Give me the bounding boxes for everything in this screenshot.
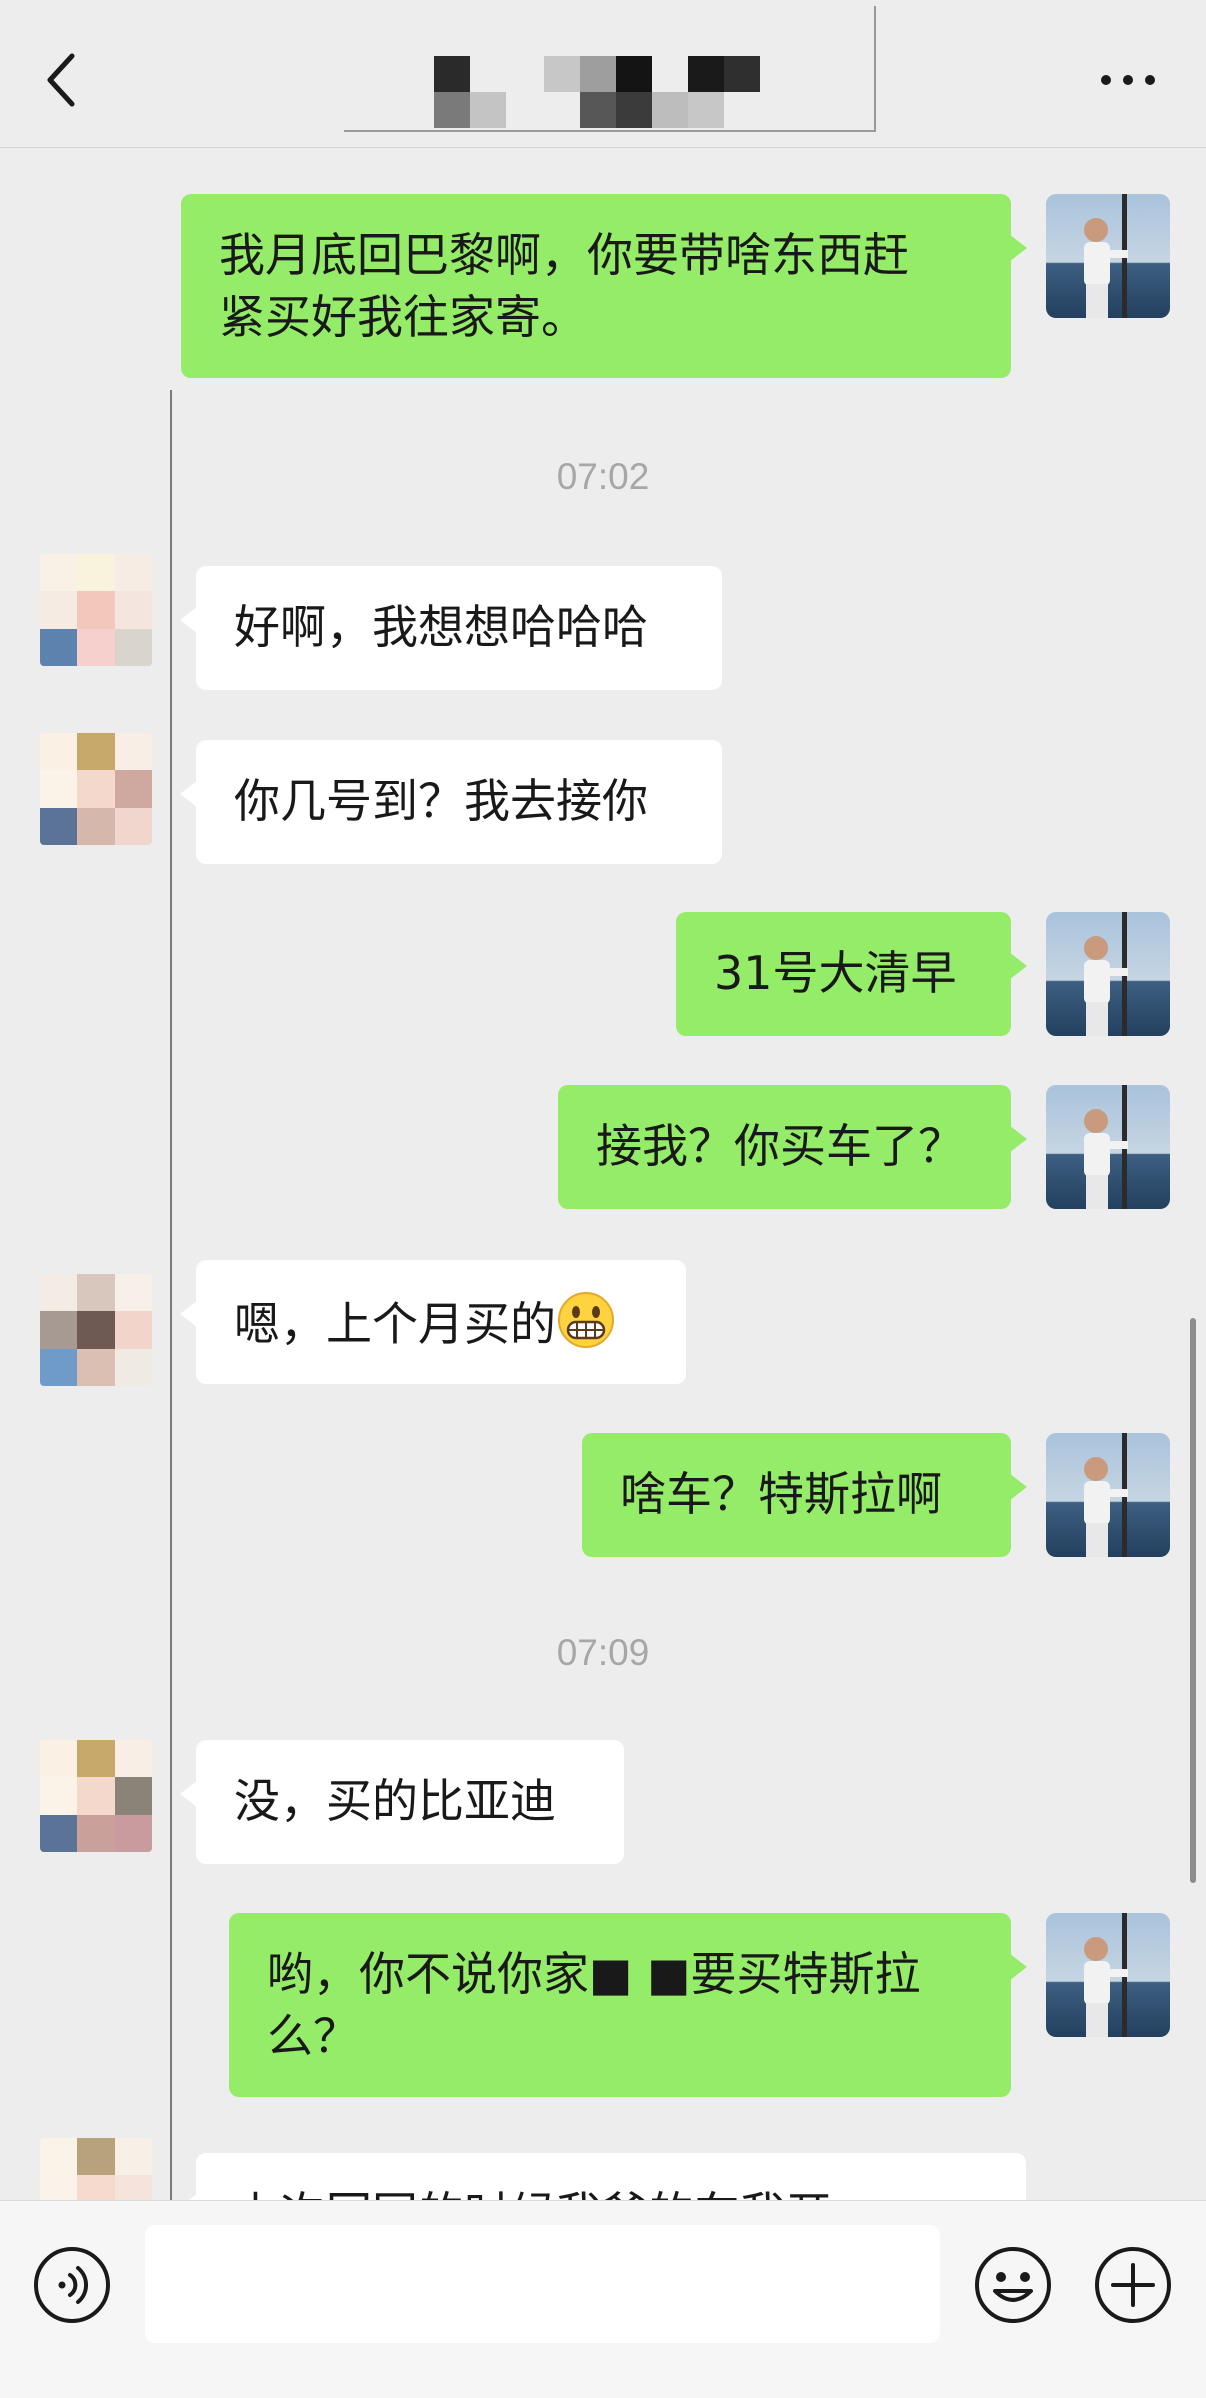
message-list[interactable]: 我月底回巴黎啊，你要带啥东西赶 紧买好我往家寄。 07:02 好啊，我想想哈哈哈… bbox=[0, 148, 1206, 2200]
divider-line bbox=[170, 390, 172, 2200]
my-avatar[interactable] bbox=[1046, 912, 1170, 1036]
grinning-face-emoji bbox=[556, 1290, 616, 1365]
chevron-left-icon bbox=[47, 53, 75, 107]
my-avatar[interactable] bbox=[1046, 194, 1170, 318]
friend-avatar[interactable] bbox=[40, 733, 152, 845]
timestamp: 07:09 bbox=[556, 1632, 650, 1673]
message-text: 嗯，上个月买的 bbox=[234, 1297, 556, 1351]
message-bubble-received[interactable]: 嗯，上个月买的 bbox=[180, 1260, 686, 1384]
message-bubble-sent[interactable]: 我月底回巴黎啊，你要带啥东西赶 紧买好我往家寄。 bbox=[181, 194, 1027, 378]
back-button[interactable] bbox=[40, 50, 86, 110]
message-bubble-received[interactable]: 好啊，我想想哈哈哈 bbox=[180, 566, 722, 690]
message-input[interactable] bbox=[145, 2225, 940, 2343]
more-button[interactable] bbox=[1098, 62, 1158, 98]
friend-avatar[interactable] bbox=[40, 1740, 152, 1852]
more-actions-button[interactable] bbox=[1093, 2245, 1173, 2325]
voice-icon bbox=[34, 2247, 110, 2323]
emoji-button[interactable] bbox=[973, 2245, 1053, 2325]
message-bubble-sent[interactable]: 接我？你买车了？ bbox=[558, 1085, 1027, 1209]
my-avatar[interactable] bbox=[1046, 1085, 1170, 1209]
voice-button[interactable] bbox=[32, 2245, 112, 2325]
my-avatar[interactable] bbox=[1046, 1433, 1170, 1557]
message-bubble-sent[interactable]: 啥车？特斯拉啊 bbox=[582, 1433, 1027, 1557]
ellipsis-icon bbox=[1101, 75, 1155, 85]
message-bubble-received[interactable]: 你几号到？我去接你 bbox=[180, 740, 722, 864]
smiley-icon bbox=[975, 2247, 1051, 2323]
my-avatar[interactable] bbox=[1046, 1913, 1170, 2037]
message-bubble-received[interactable]: 没，买的比亚迪 bbox=[180, 1740, 624, 1864]
chat-title-redacted bbox=[344, 6, 876, 132]
scrollbar[interactable] bbox=[1190, 1318, 1196, 1883]
friend-avatar[interactable] bbox=[40, 1274, 152, 1386]
title-mosaic bbox=[434, 50, 760, 128]
plus-circle-icon bbox=[1095, 2247, 1171, 2323]
timestamp: 07:02 bbox=[556, 456, 650, 497]
input-bar bbox=[0, 2200, 1206, 2398]
message-bubble-sent[interactable]: 哟，你不说你家■ ■要买特斯拉 么？ bbox=[229, 1913, 1027, 2097]
message-bubble-sent[interactable]: 31号大清早 bbox=[676, 912, 1027, 1036]
chat-header bbox=[0, 0, 1206, 148]
friend-avatar[interactable] bbox=[40, 2138, 152, 2200]
message-bubble-received[interactable]: 上次回国的时候我爸的车我开 bbox=[180, 2153, 1026, 2200]
friend-avatar[interactable] bbox=[40, 554, 152, 666]
